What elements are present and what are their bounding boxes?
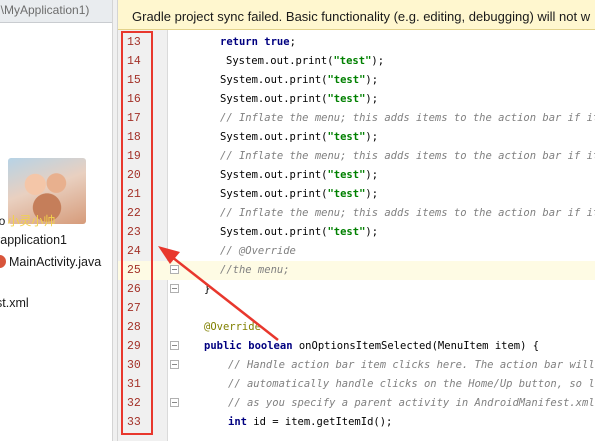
tree-item-module-label: yapplication1 <box>0 233 67 247</box>
tree-item-main-activity[interactable]: MainActivity.java <box>0 255 101 269</box>
tree-item-main-activity-label: MainActivity.java <box>9 255 102 269</box>
avatar-caption-text: uo <box>0 214 6 228</box>
code-editor[interactable]: Gradle project sync failed. Basic functi… <box>118 0 595 441</box>
project-panel-header: i\MyApplication1) <box>0 0 112 23</box>
avatar-caption: uo小灵小帅 <box>0 212 55 229</box>
avatar-watermark: 小灵小帅 <box>7 214 56 228</box>
tree-item-module[interactable]: yapplication1 <box>0 233 67 247</box>
tree-item-manifest[interactable]: st.xml <box>0 296 29 310</box>
arrow-shaft <box>162 249 279 341</box>
project-panel: i\MyApplication1) uo小灵小帅 yapplication1 M… <box>0 0 112 441</box>
project-path-label: i\MyApplication1) <box>0 3 90 17</box>
java-class-icon <box>0 255 6 268</box>
tree-item-manifest-label: st.xml <box>0 296 29 310</box>
annotation-arrow-icon <box>158 246 279 341</box>
